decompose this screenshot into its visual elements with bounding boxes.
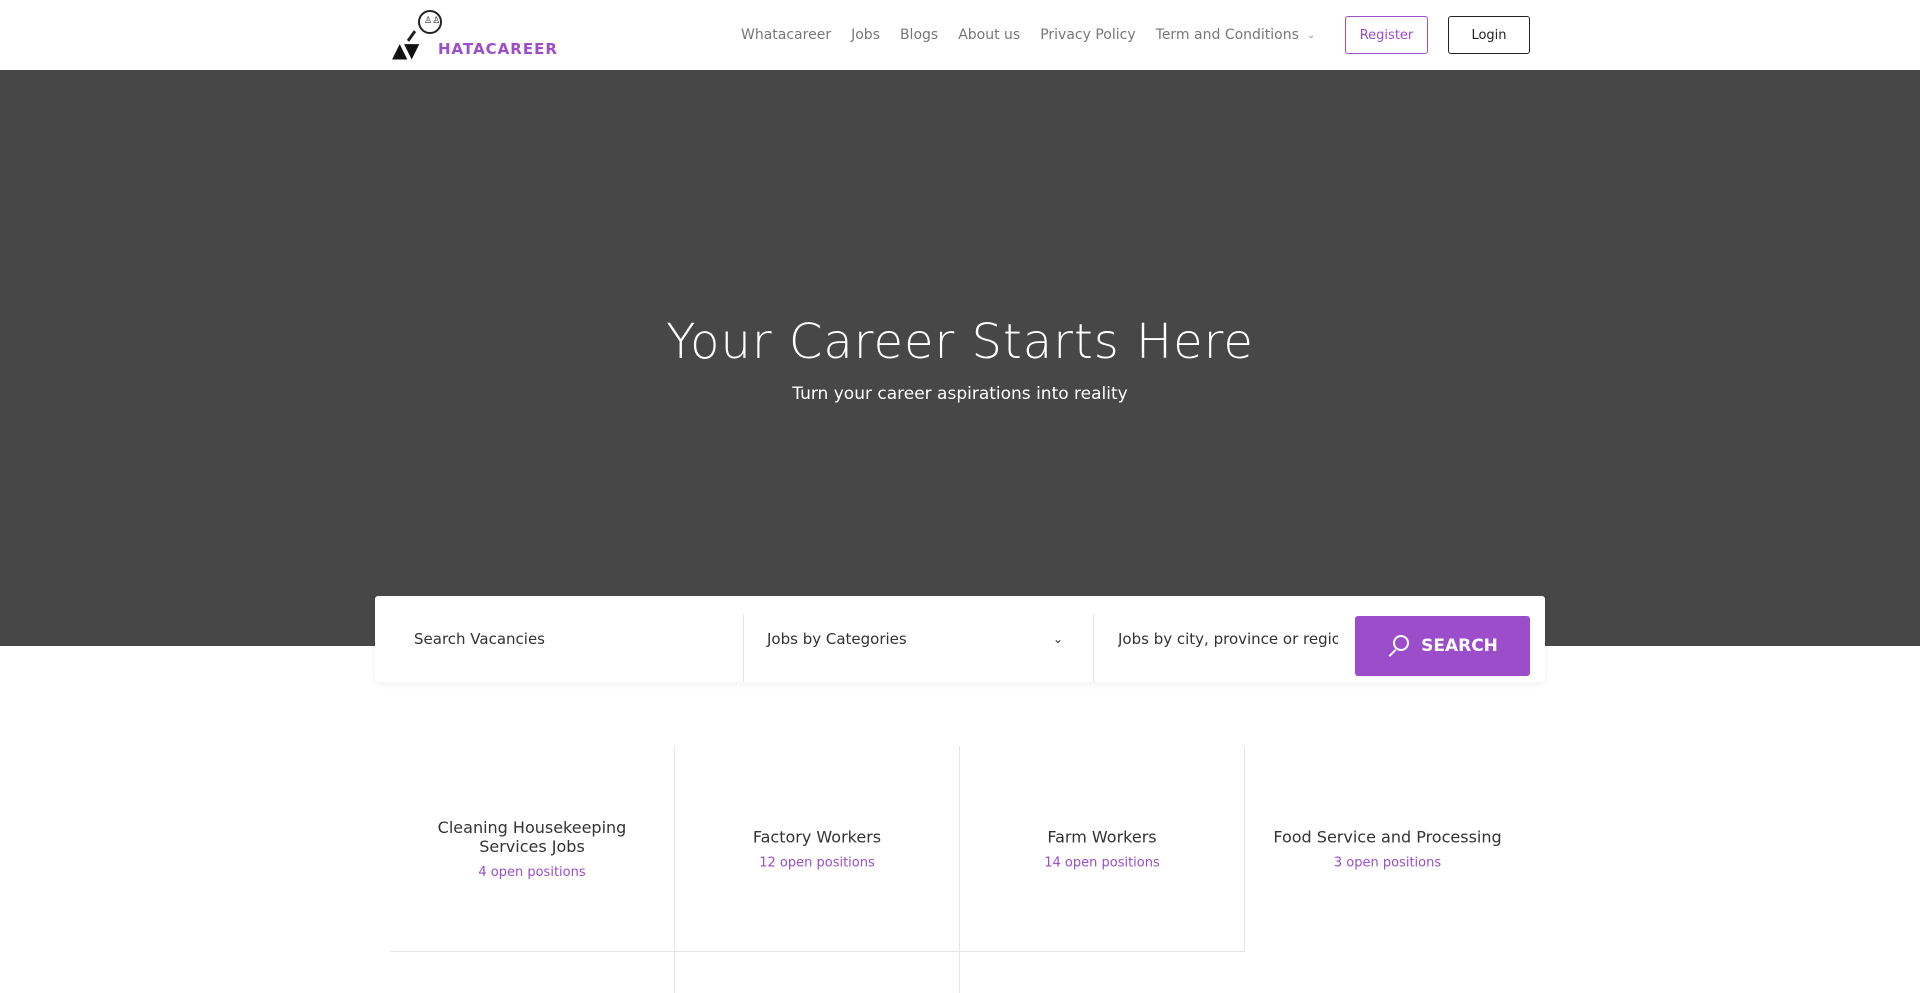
hero-banner: Your Career Starts Here Turn your career… xyxy=(0,70,1920,646)
logo-text: HATACAREER xyxy=(438,40,558,58)
nav-terms-dropdown[interactable]: Term and Conditions ⌄ xyxy=(1156,27,1316,43)
category-select[interactable]: Jobs by Categories ⌄ xyxy=(767,614,1077,664)
category-card xyxy=(675,952,960,993)
category-card[interactable]: Factory Workers 12 open positions xyxy=(675,746,960,952)
category-select-value: Jobs by Categories xyxy=(767,630,907,648)
search-icon xyxy=(1387,635,1410,657)
divider xyxy=(743,614,744,682)
nav-terms-label: Term and Conditions xyxy=(1155,27,1299,43)
site-header: ♙♙ ▲ ▼ HATACAREER Whatacareer Jobs Blogs… xyxy=(0,0,1920,70)
hero-subtitle: Turn your career aspirations into realit… xyxy=(792,384,1128,404)
search-vacancies-input[interactable]: Search Vacancies xyxy=(414,614,734,664)
category-count: 12 open positions xyxy=(759,855,875,870)
site-logo[interactable]: ♙♙ ▲ ▼ HATACAREER xyxy=(392,10,558,60)
location-input[interactable]: Jobs by city, province or regio xyxy=(1118,614,1338,664)
category-card[interactable]: Cleaning Housekeeping Services Jobs 4 op… xyxy=(390,746,675,952)
category-count: 4 open positions xyxy=(478,864,586,880)
job-search-bar: Search Vacancies Jobs by Categories ⌄ Jo… xyxy=(375,596,1545,682)
chevron-down-icon: ⌄ xyxy=(1306,29,1316,41)
category-title: Farm Workers xyxy=(1047,827,1157,846)
nav-jobs[interactable]: Jobs xyxy=(851,27,880,43)
category-count: 14 open positions xyxy=(1044,855,1160,870)
search-button-label: SEARCH xyxy=(1421,636,1498,656)
nav-about-us[interactable]: About us xyxy=(958,27,1020,43)
nav-whatacareer[interactable]: Whatacareer xyxy=(741,27,831,43)
category-card[interactable]: Farm Workers 14 open positions xyxy=(960,746,1245,952)
category-title: Food Service and Processing xyxy=(1273,827,1502,847)
divider xyxy=(1093,614,1094,682)
chevron-down-icon: ⌄ xyxy=(1052,632,1063,646)
category-count: 3 open positions xyxy=(1333,855,1442,871)
nav-blogs[interactable]: Blogs xyxy=(900,27,938,43)
register-button[interactable]: Register xyxy=(1345,16,1428,54)
logo-magnifier-icon: ♙♙ ▲ ▼ xyxy=(392,10,442,60)
nav-privacy-policy[interactable]: Privacy Policy xyxy=(1040,27,1135,43)
category-card xyxy=(960,952,1245,993)
category-card xyxy=(390,952,675,993)
main-nav: Whatacareer Jobs Blogs About us Privacy … xyxy=(741,0,1335,70)
hero-title: Your Career Starts Here xyxy=(666,314,1254,370)
category-card[interactable]: Food Service and Processing 3 open posit… xyxy=(1245,746,1530,952)
category-title: Factory Workers xyxy=(752,827,882,846)
search-button[interactable]: SEARCH xyxy=(1355,616,1530,676)
login-button[interactable]: Login xyxy=(1448,16,1530,54)
category-title: Cleaning Housekeeping Services Jobs xyxy=(437,817,627,856)
